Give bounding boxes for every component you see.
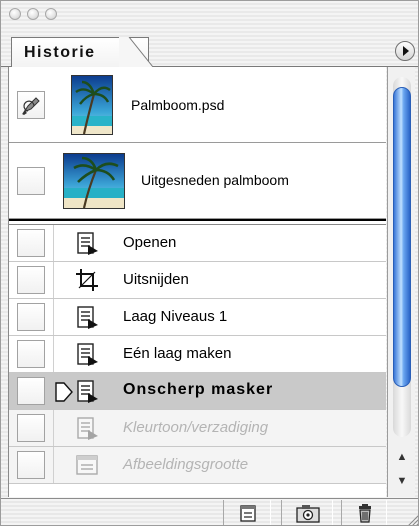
history-state-slider-icon[interactable] <box>54 381 74 403</box>
history-state-icon <box>77 380 98 403</box>
column-separator <box>53 262 54 298</box>
history-state-row[interactable]: Eén laag maken <box>9 336 386 373</box>
history-brush-source-checkbox[interactable] <box>17 91 45 119</box>
history-brush-source-checkbox[interactable] <box>17 377 45 405</box>
camera-snapshot-icon <box>296 505 320 523</box>
history-brush-source-checkbox[interactable] <box>17 303 45 331</box>
history-panel-window: Historie Palmboom.psd Uitgesneden palmbo… <box>0 0 419 526</box>
zoom-window-button[interactable] <box>45 8 57 20</box>
history-state-label: Eén laag maken <box>123 345 232 362</box>
history-toolbar <box>1 498 419 526</box>
title-bar[interactable] <box>1 1 418 27</box>
history-state-row[interactable]: Openen <box>9 225 386 262</box>
history-state-label: Uitsnijden <box>123 271 189 288</box>
new-document-from-state-icon <box>240 505 256 522</box>
delete-state-button[interactable] <box>341 500 387 525</box>
new-snapshot-button[interactable] <box>281 500 333 525</box>
history-state-label: Onscherp masker <box>123 381 274 398</box>
panel-menu-button[interactable] <box>395 41 415 61</box>
scrollbar-thumb[interactable] <box>393 87 411 387</box>
column-separator <box>53 225 54 261</box>
history-state-icon <box>77 306 98 329</box>
crop-icon <box>76 269 98 291</box>
snapshot-label: Palmboom.psd <box>131 97 225 113</box>
scroll-down-arrow-icon[interactable]: ▼ <box>392 471 412 491</box>
history-state-row-current[interactable]: Onscherp masker <box>9 373 386 410</box>
minimize-window-button[interactable] <box>27 8 39 20</box>
tab-label: Historie <box>24 44 96 61</box>
history-state-label: Afbeeldingsgrootte <box>123 456 249 473</box>
history-state-label: Openen <box>123 234 177 251</box>
history-brush-source-checkbox[interactable] <box>17 229 45 257</box>
history-brush-source-checkbox[interactable] <box>17 266 45 294</box>
history-state-label: Kleurtoon/verzadiging <box>123 419 269 436</box>
tab-edge-shape <box>119 37 154 67</box>
new-document-button[interactable] <box>223 500 271 525</box>
column-separator <box>53 299 54 335</box>
panel-tab-row: Historie <box>1 31 418 67</box>
history-state-row-undone[interactable]: Afbeeldingsgrootte <box>9 447 386 484</box>
history-list[interactable]: Palmboom.psd Uitgesneden palmboom Openen… <box>8 67 386 497</box>
history-state-icon <box>77 417 98 440</box>
resize-grip-icon[interactable] <box>404 511 419 526</box>
history-state-label: Laag Niveaus 1 <box>123 308 228 325</box>
vertical-scrollbar[interactable]: ▲ ▼ <box>387 67 415 497</box>
close-window-button[interactable] <box>9 8 21 20</box>
snapshot-label: Uitgesneden palmboom <box>141 172 289 188</box>
history-brush-icon <box>22 97 40 115</box>
snapshot-row[interactable]: Palmboom.psd <box>9 67 386 143</box>
history-brush-source-checkbox[interactable] <box>17 414 45 442</box>
history-brush-source-checkbox[interactable] <box>17 340 45 368</box>
palm-tree-portrait-icon <box>71 75 113 135</box>
image-size-icon <box>76 455 98 475</box>
history-brush-source-checkbox[interactable] <box>17 167 45 195</box>
column-separator <box>53 336 54 372</box>
history-state-icon <box>77 343 98 366</box>
column-separator <box>53 447 54 483</box>
history-state-row[interactable]: Uitsnijden <box>9 262 386 299</box>
triangle-right-icon <box>403 46 409 56</box>
trash-icon <box>359 504 371 523</box>
scroll-up-arrow-icon[interactable]: ▲ <box>392 447 412 467</box>
history-state-icon <box>77 232 98 255</box>
history-state-row[interactable]: Laag Niveaus 1 <box>9 299 386 336</box>
column-separator <box>53 410 54 446</box>
snapshot-row[interactable]: Uitgesneden palmboom <box>9 143 386 219</box>
history-brush-source-checkbox[interactable] <box>17 451 45 479</box>
palm-tree-landscape-icon <box>63 153 125 209</box>
history-state-row-undone[interactable]: Kleurtoon/verzadiging <box>9 410 386 447</box>
